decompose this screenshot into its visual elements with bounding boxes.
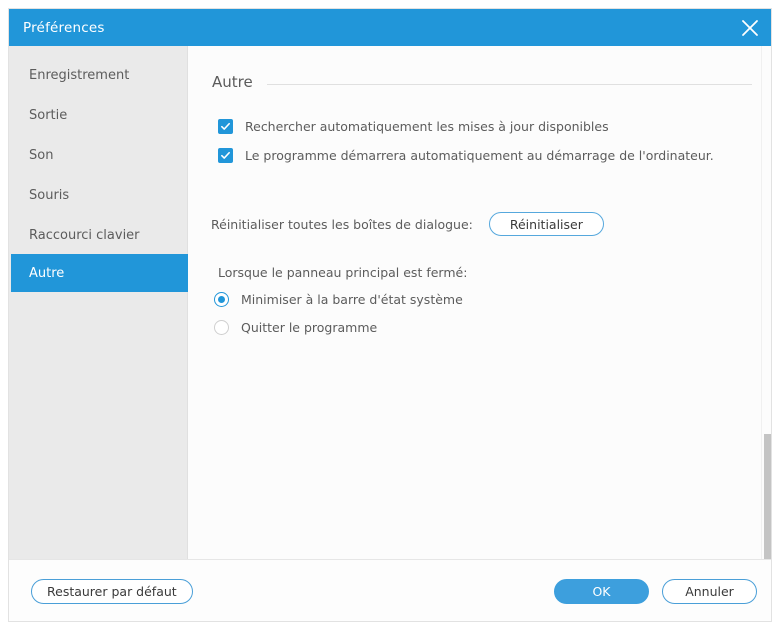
sidebar-item-label: Enregistrement: [29, 67, 130, 83]
sidebar-item-autre[interactable]: Autre: [11, 254, 188, 292]
checkbox-auto-update[interactable]: [218, 119, 233, 134]
section-divider: [266, 83, 752, 85]
ok-button[interactable]: OK: [554, 579, 649, 604]
sidebar-item-son[interactable]: Son: [11, 136, 183, 174]
cancel-button[interactable]: Annuler: [662, 579, 757, 604]
close-x-icon: [742, 19, 758, 36]
sidebar-item-label: Sortie: [29, 107, 68, 123]
sidebar-item-label: Autre: [29, 265, 65, 281]
radio-minimize-to-tray[interactable]: [214, 292, 229, 307]
radio-quit-program[interactable]: [214, 320, 229, 335]
reset-dialogs-label: Réinitialiser toutes les boîtes de dialo…: [211, 216, 473, 232]
reset-dialogs-row: Réinitialiser toutes les boîtes de dialo…: [211, 212, 604, 236]
radio-label: Minimiser à la barre d'état système: [241, 292, 463, 307]
checkbox-autostart[interactable]: [218, 148, 233, 163]
dialog-footer: Restaurer par défaut OK Annuler: [9, 559, 771, 621]
sidebar-item-label: Son: [29, 147, 54, 163]
close-button[interactable]: [727, 9, 771, 46]
content-scrollbar-thumb[interactable]: [764, 434, 771, 559]
close-behavior-caption: Lorsque le panneau principal est fermé:: [218, 265, 468, 280]
radio-label: Quitter le programme: [241, 320, 378, 335]
sidebar-item-raccourci-clavier[interactable]: Raccourci clavier: [11, 216, 183, 254]
restore-defaults-button[interactable]: Restaurer par défaut: [31, 579, 193, 604]
content-scrollbar-track[interactable]: [761, 46, 771, 559]
checkbox-label: Rechercher automatiquement les mises à j…: [245, 119, 609, 134]
radio-row-minimize-to-tray[interactable]: Minimiser à la barre d'état système: [214, 292, 463, 307]
sidebar-item-label: Souris: [29, 187, 70, 203]
settings-sidebar: Enregistrement Sortie Son Souris Raccour…: [9, 46, 188, 559]
sidebar-item-sortie[interactable]: Sortie: [11, 96, 183, 134]
reset-dialogs-button[interactable]: Réinitialiser: [488, 212, 604, 236]
checkmark-icon: [221, 151, 230, 159]
window-body: Enregistrement Sortie Son Souris Raccour…: [9, 46, 771, 559]
checkbox-row-auto-update[interactable]: Rechercher automatiquement les mises à j…: [218, 119, 609, 134]
section-header: Autre: [212, 73, 752, 91]
section-title: Autre: [212, 73, 253, 91]
checkbox-row-autostart[interactable]: Le programme démarrera automatiquement a…: [218, 148, 714, 163]
sidebar-item-label: Raccourci clavier: [29, 227, 140, 243]
preferences-window: Préférences Enregistrement Sortie Son So…: [8, 8, 772, 622]
sidebar-item-souris[interactable]: Souris: [11, 176, 183, 214]
settings-content-pane: Autre Rechercher automatiquement les mis…: [188, 46, 771, 559]
sidebar-item-enregistrement[interactable]: Enregistrement: [11, 56, 183, 94]
window-titlebar: Préférences: [9, 9, 771, 46]
checkmark-icon: [221, 122, 230, 130]
window-title: Préférences: [23, 19, 105, 36]
radio-row-quit-program[interactable]: Quitter le programme: [214, 320, 377, 335]
checkbox-label: Le programme démarrera automatiquement a…: [245, 148, 714, 163]
